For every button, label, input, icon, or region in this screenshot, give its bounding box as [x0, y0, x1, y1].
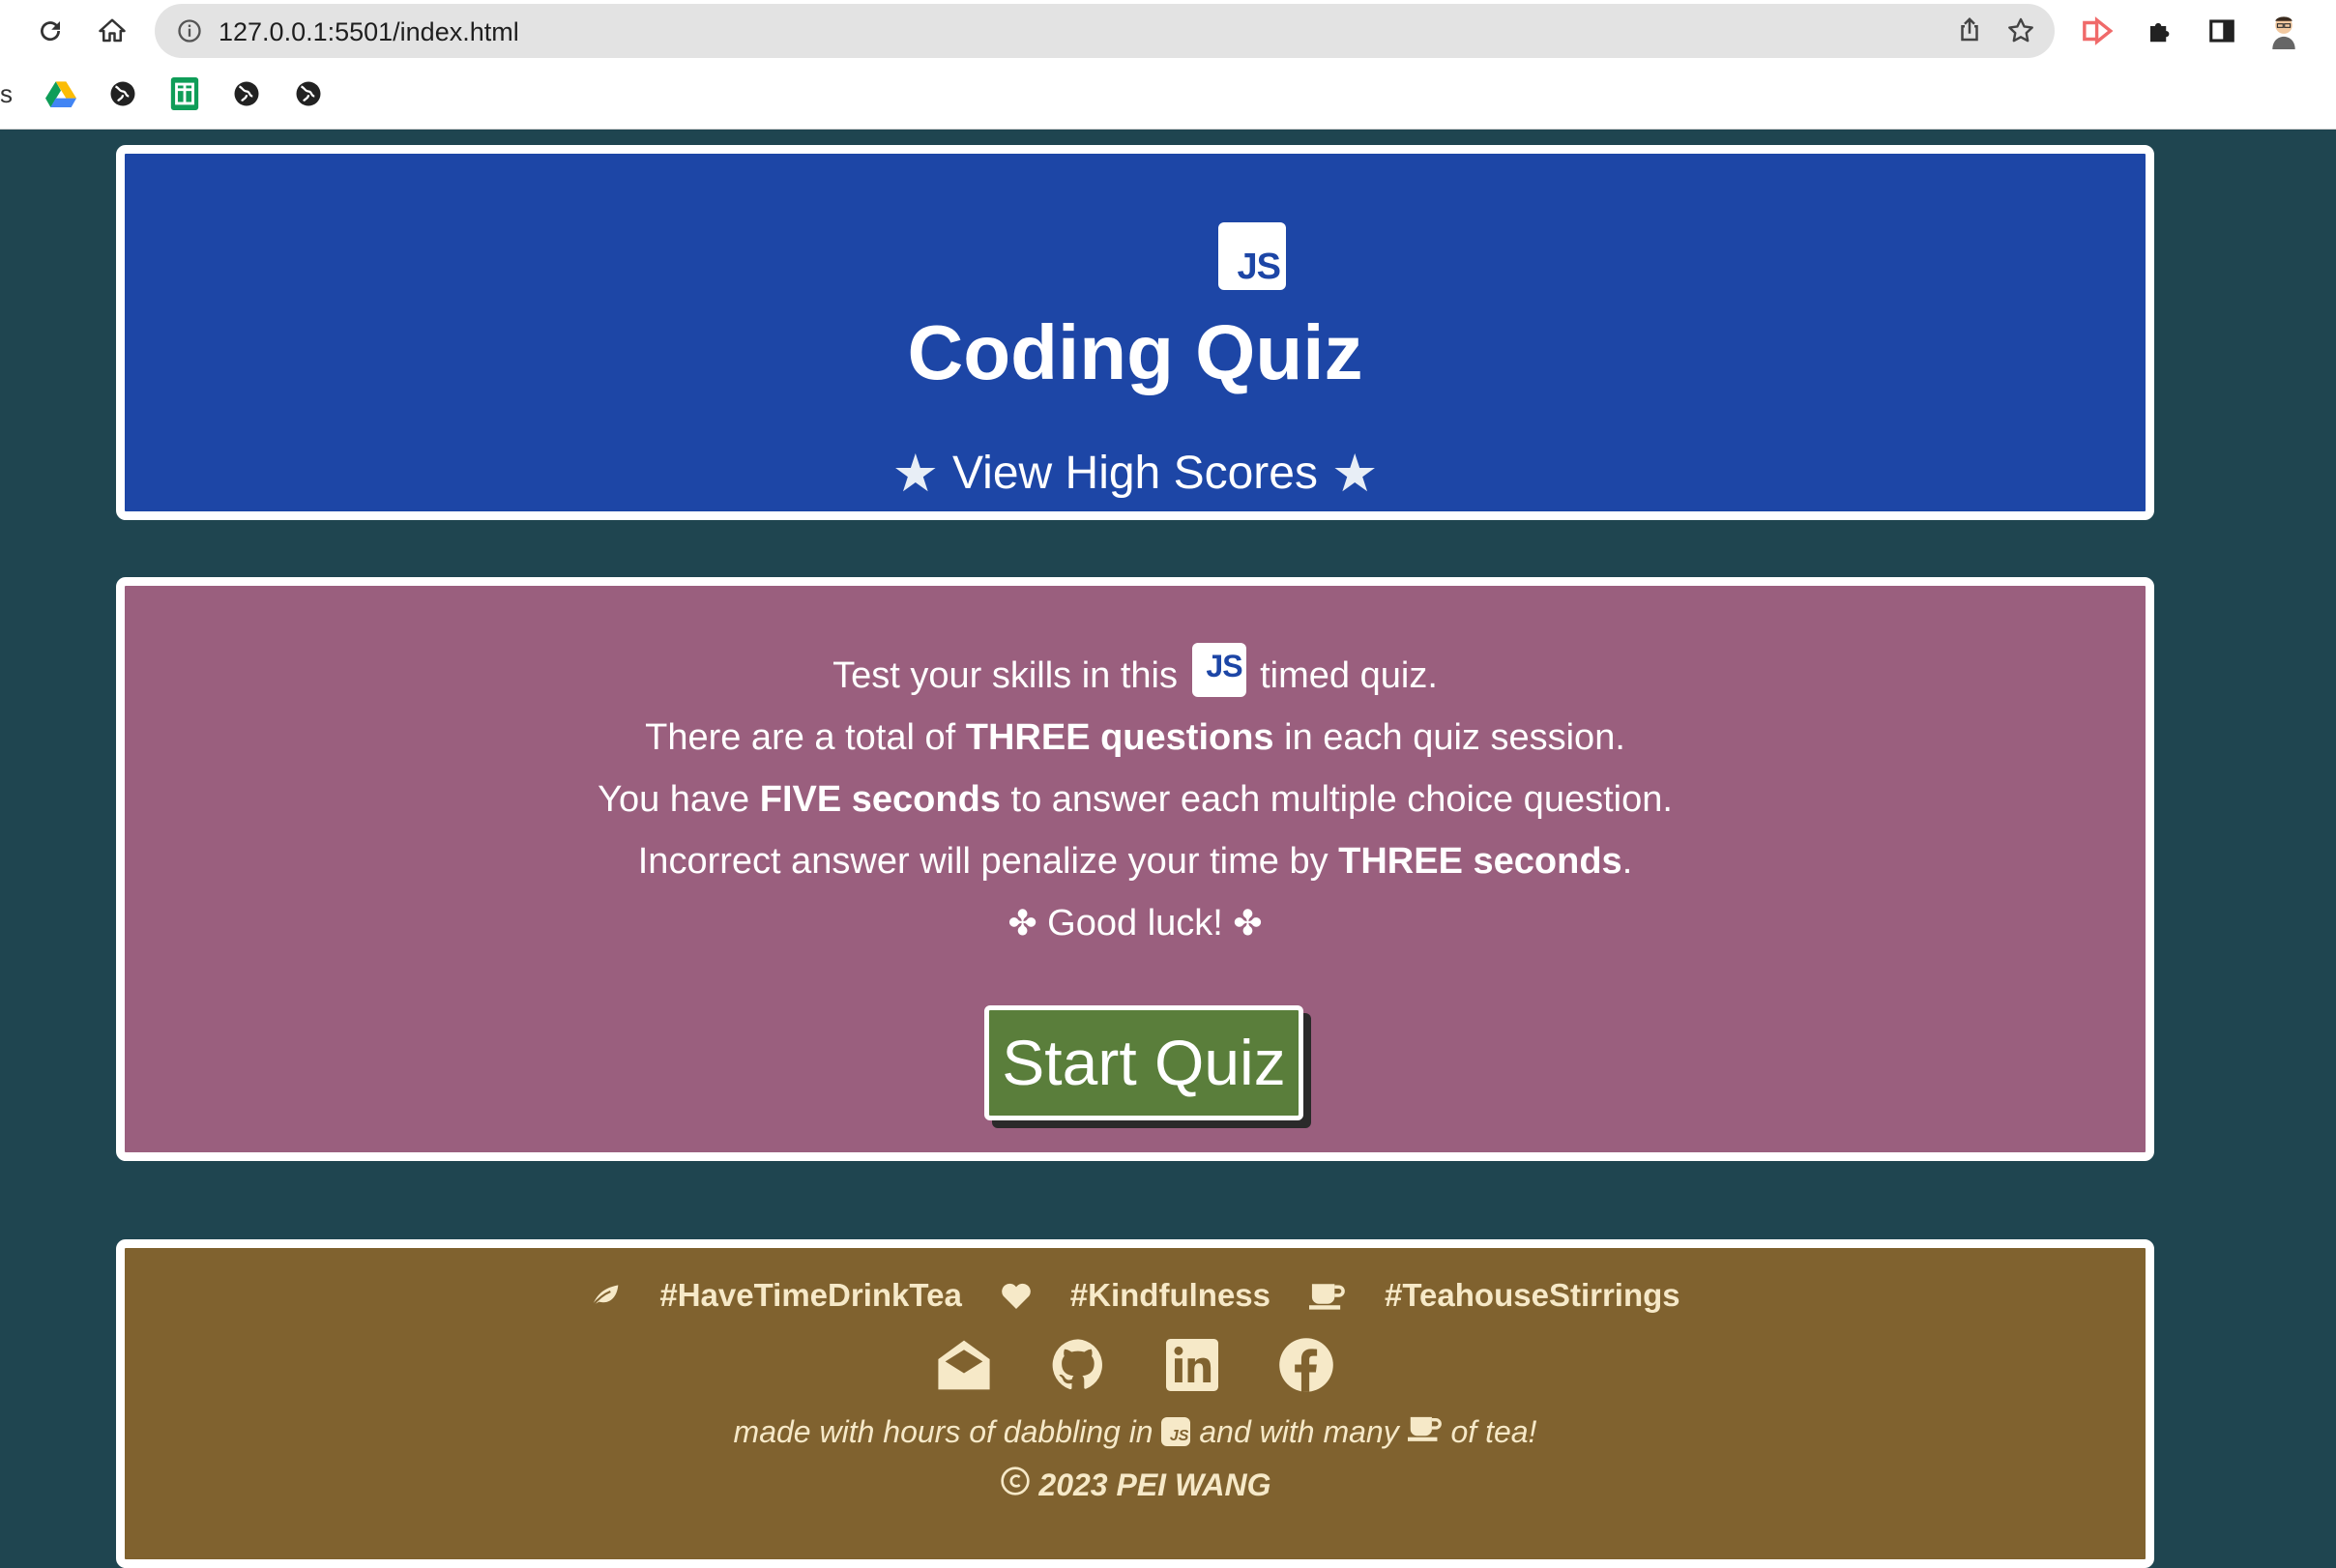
- js-logo-icon: JS: [1191, 642, 1246, 697]
- instruction-emphasis: THREE questions: [965, 717, 1274, 758]
- instruction-line-3: You have FIVE seconds to answer each mul…: [125, 769, 2146, 830]
- github-icon[interactable]: [1049, 1336, 1107, 1394]
- good-luck-text: Good luck!: [1047, 903, 1223, 944]
- address-bar[interactable]: 127.0.0.1:5501/index.html: [155, 4, 2055, 58]
- share-icon[interactable]: [1955, 15, 1984, 49]
- high-scores-label[interactable]: View High Scores: [952, 447, 1318, 500]
- page-title: Coding Quiz: [907, 309, 1363, 395]
- start-quiz-button[interactable]: Start Quiz: [984, 1005, 1303, 1120]
- view-high-scores-link[interactable]: ★ View High Scores ★: [125, 447, 2146, 500]
- heart-icon: [1001, 1282, 1032, 1309]
- instruction-text: There are a total of: [645, 717, 956, 758]
- instruction-emphasis: FIVE seconds: [759, 779, 1001, 820]
- reload-icon[interactable]: [31, 12, 70, 50]
- footer-card: #HaveTimeDrinkTea #Kindfulness #Teahouse…: [116, 1239, 2154, 1568]
- instruction-text: Incorrect answer will penalize your time…: [637, 841, 1329, 882]
- home-icon[interactable]: [93, 12, 131, 50]
- instruction-text: You have: [598, 779, 750, 820]
- js-logo-icon: JS: [1218, 222, 1286, 290]
- copyright-icon: [1000, 1466, 1031, 1504]
- linkedin-icon[interactable]: [1163, 1336, 1221, 1394]
- social-links: [125, 1336, 2146, 1394]
- hashtag: #TeahouseStirrings: [1385, 1277, 1680, 1313]
- js-logo-icon: JS: [1161, 1416, 1191, 1446]
- hashtag-row: #HaveTimeDrinkTea #Kindfulness #Teahouse…: [125, 1277, 2146, 1314]
- google-sheets-icon[interactable]: [166, 75, 203, 112]
- bookmark-star-icon[interactable]: [2005, 15, 2036, 51]
- copyright-text: 2023 PEI WANG: [1038, 1467, 1271, 1502]
- clover-icon: ✤: [1007, 903, 1037, 943]
- facebook-icon[interactable]: [1277, 1336, 1335, 1394]
- globe-icon[interactable]: [228, 75, 265, 112]
- hashtag: #HaveTimeDrinkTea: [659, 1277, 962, 1313]
- star-icon: ★: [891, 444, 940, 503]
- instruction-text: .: [1621, 841, 1633, 882]
- url-text: 127.0.0.1:5501/index.html: [219, 17, 519, 46]
- instruction-line-1: Test your skills in this JS timed quiz.: [125, 642, 2146, 707]
- footer-text: and with many: [1199, 1414, 1399, 1449]
- leaf-icon: [590, 1282, 621, 1309]
- quiz-intro-card: Test your skills in this JS timed quiz. …: [116, 577, 2154, 1161]
- hashtag: #Kindfulness: [1069, 1277, 1270, 1313]
- instruction-line-2: There are a total of THREE questions in …: [125, 707, 2146, 769]
- good-luck-line: ✤ Good luck! ✤: [125, 892, 2146, 954]
- footer-text: made with hours of dabbling in: [733, 1414, 1153, 1449]
- footer-text: of tea!: [1450, 1414, 1537, 1449]
- instruction-text: in each quiz session.: [1284, 717, 1625, 758]
- header-card: JS Coding Quiz ★ View High Scores ★: [116, 145, 2154, 520]
- instruction-text: to answer each multiple choice question.: [1010, 779, 1673, 820]
- globe-icon[interactable]: [290, 75, 327, 112]
- made-with-line: made with hours of dabbling in JS and wi…: [125, 1414, 2146, 1452]
- extension-arrow-icon[interactable]: [2079, 12, 2117, 50]
- instruction-text: timed quiz.: [1260, 655, 1438, 696]
- bookmarks-bar: s: [0, 70, 2336, 120]
- google-drive-icon[interactable]: [43, 75, 79, 112]
- side-panel-icon[interactable]: [2203, 12, 2241, 50]
- instruction-emphasis: THREE seconds: [1338, 841, 1622, 882]
- instruction-line-4: Incorrect answer will penalize your time…: [125, 830, 2146, 892]
- star-icon: ★: [1330, 444, 1379, 503]
- browser-chrome: 127.0.0.1:5501/index.html s: [0, 0, 2336, 130]
- copyright-line: 2023 PEI WANG: [125, 1466, 2146, 1507]
- site-info-icon[interactable]: [176, 17, 203, 49]
- instruction-text: Test your skills in this: [832, 655, 1178, 696]
- bookmark-partial-label[interactable]: s: [0, 79, 13, 109]
- tea-cup-icon: [1309, 1281, 1346, 1310]
- browser-toolbar: 127.0.0.1:5501/index.html: [0, 0, 2336, 62]
- email-icon[interactable]: [935, 1336, 993, 1394]
- quiz-instructions: Test your skills in this JS timed quiz. …: [125, 642, 2146, 954]
- extensions-puzzle-icon[interactable]: [2141, 12, 2179, 50]
- globe-icon[interactable]: [104, 75, 141, 112]
- tea-cup-icon: [1407, 1413, 1443, 1449]
- clover-icon: ✤: [1233, 903, 1263, 943]
- profile-avatar[interactable]: [2264, 12, 2303, 50]
